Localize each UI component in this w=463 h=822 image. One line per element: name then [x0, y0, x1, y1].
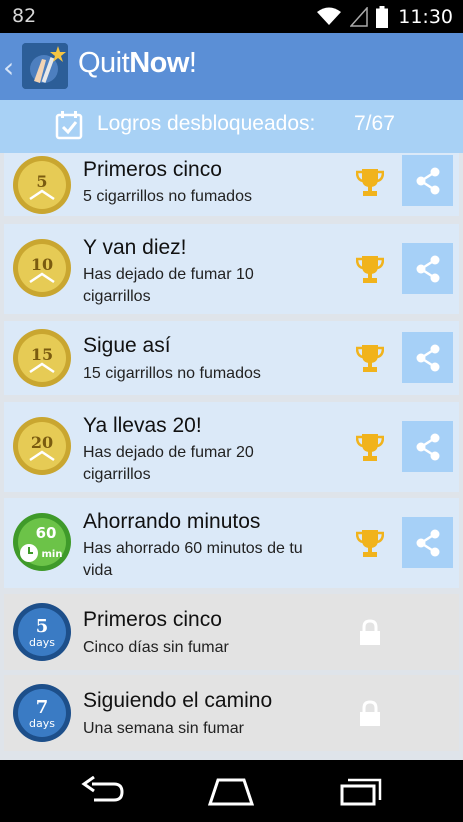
achievement-description: Has ahorrado 60 minutos de tu vida [83, 540, 303, 579]
achievement-row-locked[interactable]: 5 days Primeros cinco Cinco días sin fum… [4, 594, 459, 670]
calendar-check-icon [55, 111, 83, 140]
gold-medal-icon: 20 [13, 417, 71, 475]
achievements-list[interactable]: 5 Primeros cinco 5 cigarrillos no fumado… [0, 153, 463, 760]
achievements-label: Logros desbloqueados: [97, 112, 316, 135]
share-button[interactable] [402, 155, 453, 206]
badge-unit: days [29, 636, 55, 649]
share-icon [416, 167, 439, 194]
lock-icon [360, 700, 380, 726]
badge-number: 5 [36, 616, 49, 637]
gold-medal-icon: 10 [13, 239, 71, 297]
battery-level-text: 82 [12, 5, 37, 27]
achievements-header: Logros desbloqueados: 7/67 [0, 100, 463, 153]
achievement-title: Primeros cinco [83, 158, 222, 181]
share-button[interactable] [402, 332, 453, 383]
trophy-icon [356, 345, 384, 372]
recent-apps-icon[interactable] [336, 774, 386, 808]
status-icons: 11:30 [316, 3, 453, 30]
trophy-icon [356, 256, 384, 283]
achievement-title: Y van diez! [83, 236, 187, 259]
achievement-row[interactable]: 15 Sigue así 15 cigarrillos no fumados [4, 321, 459, 395]
achievement-title: Primeros cinco [83, 608, 222, 631]
blue-medal-icon: 5 days [13, 603, 71, 661]
share-icon [416, 433, 439, 460]
achievement-row[interactable]: 60 min Ahorrando minutos Has ahorrado 60… [4, 498, 459, 588]
badge-number: 10 [31, 255, 53, 274]
achievement-description: 5 cigarrillos no fumados [83, 188, 252, 205]
achievement-title: Siguiendo el camino [83, 689, 273, 712]
gold-medal-icon: 5 [13, 156, 71, 214]
app-logo-icon[interactable] [22, 43, 68, 89]
share-button[interactable] [402, 243, 453, 294]
achievement-row[interactable]: 10 Y van diez! Has dejado de fumar 10 ci… [4, 224, 459, 314]
badge-number: 60 [36, 524, 57, 542]
share-icon [416, 344, 439, 371]
achievement-title: Ahorrando minutos [83, 510, 261, 533]
green-clock-medal-icon: 60 min [13, 513, 71, 571]
app-bar: ‹ QuitNow! [0, 33, 463, 100]
achievement-description: 15 cigarrillos no fumados [83, 365, 261, 382]
status-bar: 82 11:30 [0, 0, 463, 33]
wifi-icon [317, 7, 342, 25]
badge-number: 15 [31, 345, 53, 364]
badge-number: 5 [36, 172, 47, 191]
badge-unit: days [29, 717, 55, 730]
achievements-count: 7/67 [354, 112, 395, 135]
trophy-icon [356, 530, 384, 557]
app-title: QuitNow! [78, 47, 197, 80]
back-icon[interactable] [78, 774, 128, 808]
achievement-row[interactable]: 5 Primeros cinco 5 cigarrillos no fumado… [4, 153, 459, 216]
share-icon [416, 255, 439, 282]
share-button[interactable] [402, 517, 453, 568]
gold-medal-icon: 15 [13, 329, 71, 387]
achievement-description: Has dejado de fumar 10 cigarrillos [83, 266, 254, 305]
achievement-title: Ya llevas 20! [83, 414, 202, 437]
lock-icon [360, 619, 380, 645]
app-title-part2: Now [129, 47, 189, 79]
achievement-row-locked[interactable]: 7 days Siguiendo el camino Una semana si… [4, 675, 459, 751]
clock: 11:30 [398, 5, 453, 28]
back-chevron-icon[interactable]: ‹ [3, 51, 14, 84]
signal-icon [350, 6, 368, 27]
blue-medal-icon: 7 days [13, 684, 71, 742]
battery-icon [376, 5, 389, 28]
trophy-icon [356, 434, 384, 461]
navigation-bar [0, 760, 463, 822]
achievement-title: Sigue así [83, 334, 171, 357]
badge-number: 20 [31, 433, 53, 452]
badge-unit: min [42, 549, 63, 560]
badge-number: 7 [36, 697, 49, 718]
achievement-description: Una semana sin fumar [83, 720, 244, 737]
trophy-icon [356, 169, 384, 196]
app-title-part3: ! [188, 47, 197, 79]
achievement-description: Cinco días sin fumar [83, 639, 229, 656]
app-title-part1: Quit [78, 47, 130, 79]
home-icon[interactable] [206, 774, 256, 808]
share-icon [416, 529, 439, 556]
achievement-row[interactable]: 20 Ya llevas 20! Has dejado de fumar 20 … [4, 402, 459, 492]
achievement-description: Has dejado de fumar 20 cigarrillos [83, 444, 254, 483]
share-button[interactable] [402, 421, 453, 472]
